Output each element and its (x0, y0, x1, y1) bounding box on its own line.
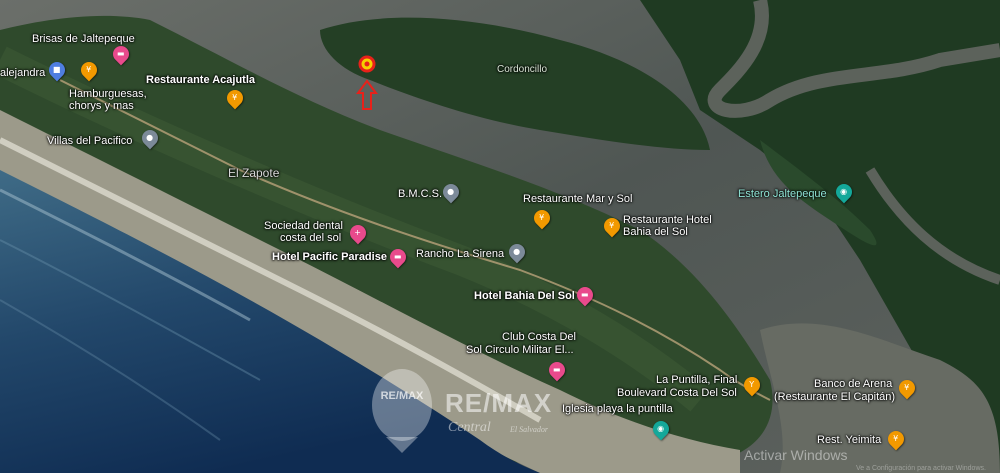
place-label-club-2[interactable]: Sol Circulo Militar El... (466, 344, 574, 356)
place-label-chorys[interactable]: chorys y mas (69, 100, 134, 112)
place-label-mar-y-sol[interactable]: Restaurante Mar y Sol (523, 193, 632, 205)
place-label-bmcs[interactable]: B.M.C.S. (398, 188, 442, 200)
place-label-acajutla[interactable]: Restaurante Acajutla (146, 74, 255, 86)
place-label-dental-1[interactable]: Sociedad dental (264, 220, 343, 232)
place-label-villas[interactable]: Villas del Pacifico (47, 135, 132, 147)
place-label-estero[interactable]: Estero Jaltepeque (738, 188, 827, 200)
watermark-sub: Central (448, 420, 491, 435)
place-label-banco-1[interactable]: Banco de Arena (814, 378, 892, 390)
place-label-la-sirena[interactable]: Rancho La Sirena (416, 248, 504, 260)
place-label-bahia-del-sol[interactable]: Bahia del Sol (623, 226, 688, 238)
place-label-pacific-paradise[interactable]: Hotel Pacific Paradise (272, 251, 387, 263)
watermark-sub2: El Salvador (510, 425, 548, 434)
place-label-puntilla-1[interactable]: La Puntilla, Final (656, 374, 737, 386)
place-label-club-1[interactable]: Club Costa Del (502, 331, 576, 343)
place-label-alejandra[interactable]: alejandra (0, 67, 45, 79)
remax-logo-text: RE/MAX (381, 390, 424, 402)
place-label-puntilla-2[interactable]: Boulevard Costa Del Sol (617, 387, 737, 399)
place-label-iglesia[interactable]: Iglesia playa la puntilla (562, 403, 673, 415)
place-label-el-zapote: El Zapote (228, 166, 280, 180)
place-label-restaurante-hotel[interactable]: Restaurante Hotel (623, 214, 712, 226)
place-label-hamburguesas[interactable]: Hamburguesas, (69, 88, 147, 100)
place-label-hotel-bahia[interactable]: Hotel Bahia Del Sol (474, 290, 575, 302)
place-label-yeimita[interactable]: Rest. Yeimita (817, 434, 881, 446)
activate-windows-subtitle: Ve a Configuración para activar Windows. (856, 465, 986, 472)
place-label-brisas[interactable]: Brisas de Jaltepeque (32, 33, 135, 45)
up-arrow-icon (356, 79, 378, 110)
location-marker-icon[interactable] (355, 55, 379, 113)
place-label-dental-2[interactable]: costa del sol (280, 232, 341, 244)
place-label-banco-2[interactable]: (Restaurante El Capitán) (774, 391, 895, 403)
place-label-cordoncillo: Cordoncillo (497, 64, 548, 75)
watermark-brand: RE/MAX (445, 388, 553, 418)
activate-windows-title: Activar Windows (744, 447, 848, 463)
